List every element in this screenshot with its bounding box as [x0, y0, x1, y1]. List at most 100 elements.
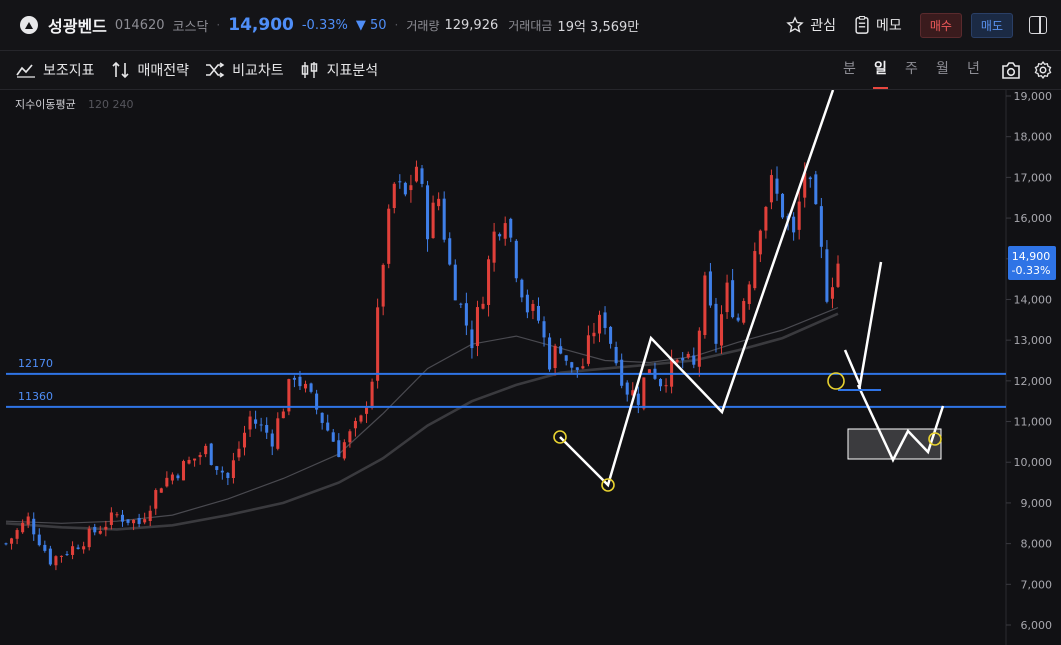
amount-label: 거래대금 — [508, 18, 553, 33]
tab-minute[interactable]: 분 — [834, 51, 865, 89]
candle-body — [337, 440, 341, 458]
pattern-analysis-button[interactable]: 지표분석 — [300, 60, 378, 80]
strategy-button[interactable]: 매매전략 — [111, 60, 190, 80]
period-tabs: 분 일 주 월 년 — [834, 51, 1061, 89]
camera-icon[interactable] — [1001, 61, 1021, 79]
candle-body — [409, 185, 413, 191]
candle-body — [353, 420, 357, 429]
candle-body — [542, 321, 546, 338]
y-tick-label: 8,000 — [1021, 538, 1053, 551]
watch-button[interactable]: 관심 — [786, 15, 836, 35]
candle-body — [548, 337, 552, 370]
settings-gear-icon[interactable] — [1033, 60, 1053, 80]
candle-body — [320, 412, 324, 423]
y-tick-label: 10,000 — [1014, 456, 1053, 469]
compare-label: 비교차트 — [232, 63, 284, 79]
candle-body — [692, 355, 696, 365]
candle-body — [71, 546, 75, 555]
chart-background — [0, 90, 1061, 645]
buy-button[interactable]: 매수 — [919, 12, 962, 38]
indicator-button[interactable]: 보조지표 — [16, 60, 95, 80]
sell-button[interactable]: 매도 — [970, 12, 1013, 38]
candle-body — [825, 249, 829, 302]
candle-body — [270, 433, 274, 447]
tab-year[interactable]: 년 — [958, 51, 989, 89]
candle-body — [76, 547, 80, 549]
candle-body — [559, 346, 563, 354]
price-chart[interactable]: 12170 11360 6,000 7,000 8,000 9,000 10,000 11,… — [0, 90, 1061, 645]
candle-body — [719, 314, 724, 346]
candle-body — [292, 377, 296, 380]
candle-body — [54, 556, 58, 566]
candle-body — [143, 519, 147, 523]
candle-body — [586, 335, 590, 364]
candle-body — [348, 431, 352, 443]
change-amount: ▼ 50 — [355, 17, 387, 33]
separator: · — [394, 18, 399, 32]
candle-body — [464, 303, 468, 326]
candle-body — [237, 448, 241, 458]
indicator-icon — [16, 64, 35, 78]
tab-week[interactable]: 주 — [896, 51, 927, 89]
candle-body — [392, 183, 396, 209]
candle-body — [725, 282, 729, 313]
candle-body — [664, 385, 668, 387]
candle-body — [254, 419, 258, 424]
candle-body — [819, 206, 823, 247]
market-label: 코스닥 — [172, 19, 209, 35]
candle-body — [303, 383, 308, 389]
candle-body — [15, 530, 19, 539]
compare-button[interactable]: 비교차트 — [205, 60, 284, 80]
candle-body — [470, 329, 474, 349]
candle-body — [281, 411, 285, 419]
memo-label: 메모 — [876, 18, 902, 34]
candle-body — [431, 202, 435, 239]
candle-body — [159, 488, 163, 493]
candle-body — [503, 223, 507, 239]
candle-body — [764, 206, 768, 231]
candle-body — [265, 424, 269, 433]
y-tick-label: 9,000 — [1021, 497, 1053, 510]
candle-body — [132, 519, 136, 524]
memo-button[interactable]: 메모 — [854, 15, 902, 35]
candle-body — [564, 355, 568, 361]
candle-body — [575, 367, 579, 370]
level-label: 12170 — [18, 357, 53, 370]
candle-body — [697, 330, 701, 367]
candle-body — [215, 466, 219, 470]
star-icon — [786, 16, 804, 33]
drawn-target-box[interactable] — [847, 428, 942, 460]
candle-body — [437, 198, 441, 207]
candle-body — [426, 185, 430, 240]
candle-body — [26, 516, 30, 525]
y-tick-label: 11,000 — [1014, 416, 1053, 429]
indicator-title: 지수이동평균 — [15, 98, 76, 111]
y-tick-label: 19,000 — [1014, 90, 1053, 103]
candle-body — [276, 418, 280, 449]
candle-body — [43, 544, 47, 551]
candle-body — [154, 490, 158, 509]
candle-body — [104, 526, 108, 530]
candle-body — [620, 359, 624, 386]
candle-body — [448, 238, 452, 265]
candle-body — [220, 470, 224, 473]
candle-body — [442, 198, 446, 240]
tab-day[interactable]: 일 — [865, 51, 896, 89]
candle-body — [459, 303, 463, 305]
candle-body — [120, 514, 125, 522]
candle-body — [209, 443, 213, 465]
candle-body — [59, 555, 63, 557]
candle-body — [592, 332, 596, 337]
candle-body — [4, 543, 8, 545]
y-tick-label: 13,000 — [1014, 334, 1053, 347]
candle-body — [115, 514, 119, 516]
stock-name[interactable]: 성광벤드 — [48, 13, 107, 37]
candle-body — [520, 279, 524, 298]
candle-body — [625, 382, 629, 395]
panel-layout-icon[interactable] — [1029, 16, 1047, 34]
tab-month[interactable]: 월 — [927, 51, 958, 89]
candle-body — [48, 548, 52, 565]
strategy-label: 매매전략 — [137, 63, 190, 79]
volume-value: 129,926 — [444, 17, 499, 33]
candle-body — [487, 259, 491, 306]
